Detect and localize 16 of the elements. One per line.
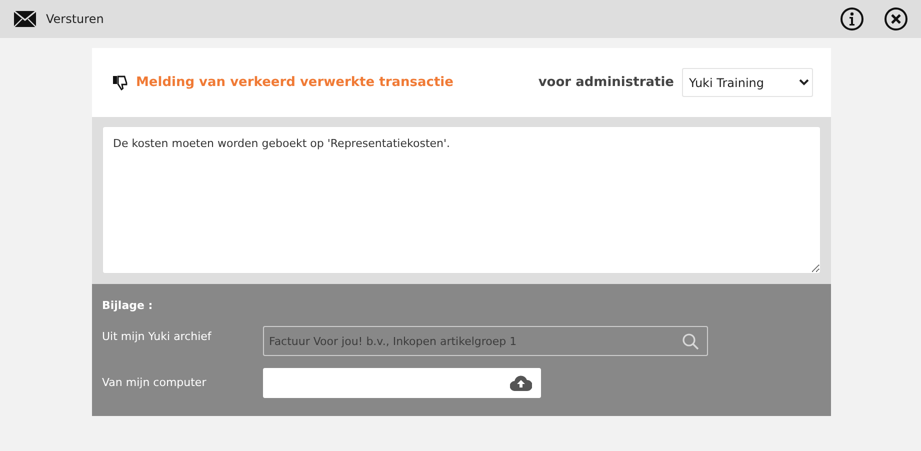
form-title: Melding van verkeerd verwerkte transactie	[136, 75, 454, 90]
message-field[interactable]: De kosten moeten worden geboekt op 'Representatiekosten'.	[102, 126, 821, 274]
administration-select[interactable]: Yuki Training	[682, 68, 813, 97]
window-title: Versturen	[46, 12, 105, 26]
close-button[interactable]	[883, 6, 909, 32]
attachment-heading: Bijlage :	[102, 299, 153, 312]
envelope-icon	[14, 11, 36, 27]
archive-value: Factuur Voor jou! b.v., Inkopen artikelgroep 1	[269, 334, 518, 348]
cloud-upload-icon	[510, 375, 532, 391]
file-upload-field[interactable]	[263, 368, 541, 398]
archive-label: Uit mijn Yuki archief	[102, 329, 212, 343]
thumbs-down-icon	[112, 74, 128, 90]
computer-label: Van mijn computer	[102, 375, 208, 389]
info-button[interactable]	[839, 6, 865, 32]
search-icon	[682, 332, 699, 350]
administration-label: voor administratie	[538, 75, 674, 90]
